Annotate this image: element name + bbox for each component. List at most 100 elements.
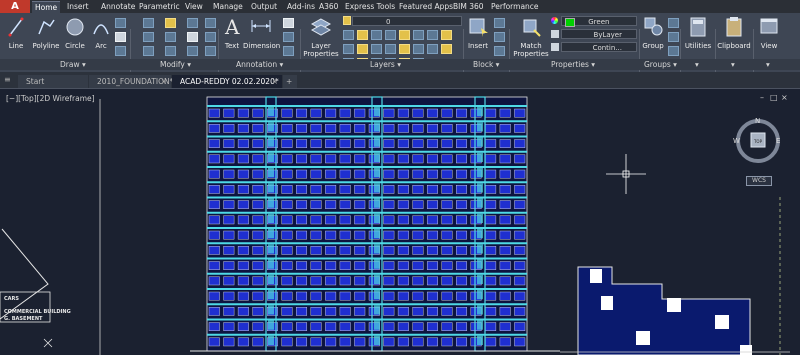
table-icon[interactable] [283, 32, 294, 42]
boundary-icon[interactable] [115, 46, 126, 56]
close-icon[interactable]: × [161, 75, 167, 88]
panel-view-arrow[interactable]: ▾ [766, 60, 770, 70]
group-button[interactable]: Group [641, 16, 665, 50]
array-icon[interactable] [187, 46, 198, 56]
hatch-icon[interactable] [115, 32, 126, 42]
layer-tool-icon[interactable] [357, 44, 368, 54]
arc-button[interactable]: Arc [90, 16, 112, 50]
rotate-icon[interactable] [165, 18, 176, 28]
ribbon-tab-manage[interactable]: Manage [210, 1, 246, 13]
viewcube-east[interactable]: E [776, 137, 780, 145]
group-edit-icon[interactable] [668, 32, 679, 42]
rectangle-icon[interactable] [115, 18, 126, 28]
create-block-icon[interactable] [494, 18, 505, 28]
wcs-menu[interactable]: WCS [746, 176, 772, 186]
layer-state-icon[interactable] [343, 16, 351, 25]
erase-icon[interactable] [205, 18, 216, 28]
panel-modify-label[interactable]: Modify ▾ [160, 60, 191, 70]
lineweight-dropdown[interactable]: Contin... [561, 42, 637, 52]
lineweight-icon[interactable] [551, 30, 559, 38]
file-tabs-menu-icon[interactable]: ≡ [4, 75, 18, 88]
utilities-button[interactable]: Utilities [682, 16, 714, 50]
layer-tool-icon[interactable] [413, 30, 424, 40]
layer-tool-icon[interactable] [385, 30, 396, 40]
panel-annotation-label[interactable]: Annotation ▾ [236, 60, 283, 70]
ribbon-tab-bim-360[interactable]: BIM 360 [450, 1, 487, 13]
application-menu-button[interactable]: A [0, 0, 30, 13]
view-button[interactable]: View [756, 16, 782, 50]
drawing-canvas[interactable]: [−][Top][2D Wireframe] – □ × N E W TOP W… [0, 89, 800, 355]
panel-clipboard-arrow[interactable]: ▾ [731, 60, 735, 70]
layer-tool-icon[interactable] [441, 44, 452, 54]
scale-icon[interactable] [165, 46, 176, 56]
fillet-icon[interactable] [187, 32, 198, 42]
trim-icon[interactable] [187, 18, 198, 28]
layer-tool-icon[interactable] [371, 44, 382, 54]
doc-tab-acad-reddy[interactable]: ACAD-REDDY 02.02.2020* × [172, 75, 282, 88]
polyline-button[interactable]: Polyline [30, 16, 62, 50]
layer-tool-icon[interactable] [385, 44, 396, 54]
text-button[interactable]: A Text [221, 15, 243, 50]
panel-layers-label[interactable]: Layers ▾ [370, 60, 401, 70]
panel-groups-label[interactable]: Groups ▾ [644, 60, 677, 70]
offset-icon[interactable] [205, 46, 216, 56]
ribbon-tab-performance[interactable]: Performance [488, 1, 542, 13]
panel-block-label[interactable]: Block ▾ [473, 60, 499, 70]
copy-icon[interactable] [143, 32, 154, 42]
clipboard-button[interactable]: Clipboard [716, 16, 752, 50]
insert-button[interactable]: Insert [465, 16, 491, 50]
mirror-icon[interactable] [165, 32, 176, 42]
annex-elevation[interactable] [560, 266, 790, 355]
new-tab-button[interactable]: + [283, 75, 297, 88]
layer-tool-icon[interactable] [427, 30, 438, 40]
ribbon-tab-express-tools[interactable]: Express Tools [342, 1, 398, 13]
linetype-icon[interactable] [551, 43, 559, 51]
linetype-dropdown[interactable]: ByLayer [561, 29, 637, 39]
color-dropdown[interactable]: Green [561, 16, 637, 27]
ribbon-tab-insert[interactable]: Insert [64, 1, 92, 13]
building-elevation[interactable] [190, 96, 560, 352]
ungroup-icon[interactable] [668, 18, 679, 28]
dimension-button[interactable]: Dimension [243, 16, 280, 50]
layer-tool-icon[interactable] [399, 44, 410, 54]
panel-draw-label[interactable]: Draw ▾ [60, 60, 86, 70]
color-wheel-icon[interactable] [551, 17, 558, 24]
window [237, 322, 249, 331]
ribbon-tab-add-ins[interactable]: Add-ins [284, 1, 318, 13]
layer-tool-icon[interactable] [413, 44, 424, 54]
block-attributes-icon[interactable] [494, 46, 505, 56]
ribbon-tab-a360[interactable]: A360 [316, 1, 341, 13]
doc-tab-start[interactable]: Start [18, 75, 88, 88]
close-icon[interactable]: × [272, 75, 278, 88]
panel-utilities-arrow[interactable]: ▾ [695, 60, 699, 70]
layer-tool-icon[interactable] [343, 30, 354, 40]
ribbon-tab-featured-apps[interactable]: Featured Apps [396, 1, 456, 13]
explode-icon[interactable] [205, 32, 216, 42]
ribbon-tab-view[interactable]: View [182, 1, 206, 13]
move-icon[interactable] [143, 18, 154, 28]
circle-button[interactable]: Circle [62, 16, 88, 50]
ribbon-tab-annotate[interactable]: Annotate [98, 1, 138, 13]
stretch-icon[interactable] [143, 46, 154, 56]
ribbon-tab-output[interactable]: Output [248, 1, 280, 13]
markup-icon[interactable] [283, 46, 294, 56]
layer-tool-icon[interactable] [343, 44, 354, 54]
layer-tool-icon[interactable] [371, 30, 382, 40]
layer-tool-icon[interactable] [441, 30, 452, 40]
group-select-icon[interactable] [668, 46, 679, 56]
viewcube-top-face[interactable]: TOP [751, 139, 765, 144]
panel-properties-label[interactable]: Properties ▾ [551, 60, 595, 70]
match-properties-button[interactable]: Match Properties [512, 16, 550, 58]
layer-tool-icon[interactable] [427, 44, 438, 54]
viewcube-west[interactable]: W [733, 137, 740, 145]
layer-dropdown[interactable]: 0 [352, 16, 462, 26]
line-button[interactable]: Line [4, 16, 28, 50]
layer-properties-button[interactable]: Layer Properties [303, 16, 339, 58]
layer-tool-icon[interactable] [399, 30, 410, 40]
viewcube-north[interactable]: N [755, 117, 760, 125]
edit-block-icon[interactable] [494, 32, 505, 42]
ribbon-tab-parametric[interactable]: Parametric [136, 1, 183, 13]
layer-tool-icon[interactable] [357, 30, 368, 40]
doc-tab-foundation[interactable]: 2010_FOUNDATION* × [89, 75, 173, 88]
leader-icon[interactable] [283, 18, 294, 28]
